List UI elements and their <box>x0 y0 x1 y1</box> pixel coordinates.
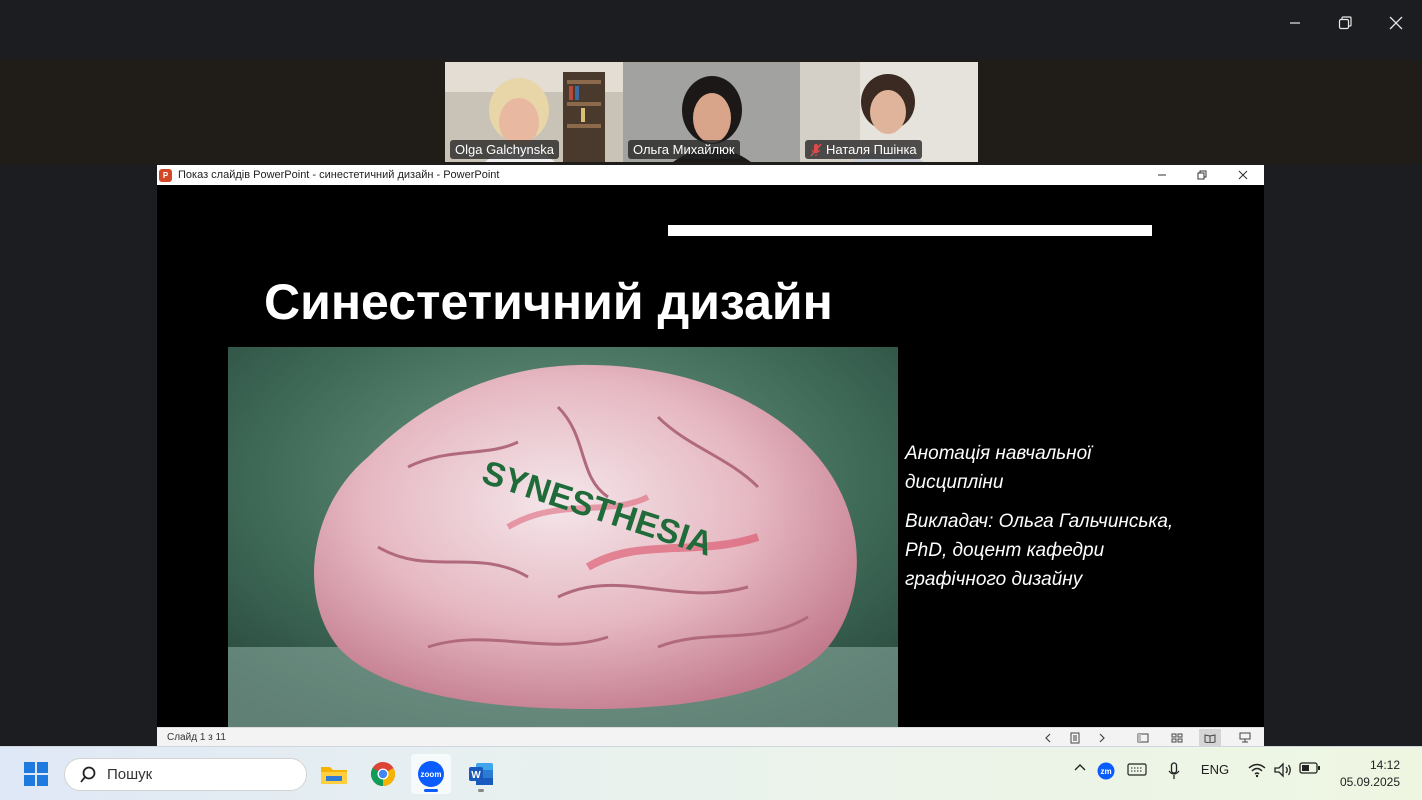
chevron-up-icon <box>1074 764 1086 771</box>
powerpoint-title-bar: P Показ слайдів PowerPoint - синестетичн… <box>157 165 1264 185</box>
chrome-button[interactable] <box>363 754 403 794</box>
close-icon <box>1389 16 1403 30</box>
reading-view-button[interactable] <box>1199 729 1221 746</box>
slideshow-status-bar: Слайд 1 з 11 <box>157 727 1264 746</box>
chrome-icon <box>370 762 396 786</box>
taskbar: Пошук zoom W zm ENG 14:12 05.09.2025 <box>0 746 1422 800</box>
windows-logo-icon <box>24 762 48 786</box>
slide-list-icon <box>1070 732 1080 743</box>
synesthesia-brain-image: SYNESTHESIA <box>228 347 898 727</box>
volume-button[interactable] <box>1272 762 1294 778</box>
muted-mic-icon <box>810 143 822 156</box>
word-button[interactable]: W <box>461 754 501 794</box>
microphone-button[interactable] <box>1164 762 1184 780</box>
close-icon <box>1238 170 1248 180</box>
minimize-icon <box>1290 22 1300 24</box>
svg-text:zm: zm <box>1100 767 1111 776</box>
restore-button[interactable] <box>1330 10 1360 36</box>
ppt-close-button[interactable] <box>1223 165 1263 185</box>
slide-menu-button[interactable] <box>1064 729 1086 746</box>
participant-name: Olga Galchynska <box>450 140 559 159</box>
zoom-icon: zoom <box>418 761 444 787</box>
participant-tile[interactable]: Ольга Михайлюк <box>623 62 801 162</box>
slideshow-button[interactable] <box>1234 729 1256 746</box>
folder-icon <box>321 767 347 784</box>
title-accent-line <box>668 225 1152 236</box>
search-placeholder: Пошук <box>107 766 153 783</box>
ppt-restore-button[interactable] <box>1182 165 1222 185</box>
show-hidden-icons-button[interactable] <box>1070 762 1090 772</box>
close-button[interactable] <box>1381 10 1411 36</box>
slide-title: Синестетичний дизайн <box>264 274 833 330</box>
zoom-taskbar-button[interactable]: zoom <box>411 754 451 794</box>
participant-tile[interactable]: Olga Galchynska <box>445 62 623 162</box>
word-icon: W <box>469 763 493 785</box>
clock-time: 14:12 <box>1369 758 1400 772</box>
slide-counter: Слайд 1 з 11 <box>167 732 226 743</box>
zoom-top-bar <box>0 0 1422 60</box>
wifi-button[interactable] <box>1246 762 1268 778</box>
powerpoint-window: P Показ слайдів PowerPoint - синестетичн… <box>157 165 1264 746</box>
battery-button[interactable] <box>1298 762 1322 774</box>
window-title: Показ слайдів PowerPoint - синестетичний… <box>178 169 500 181</box>
ppt-minimize-button[interactable] <box>1142 165 1182 185</box>
presentation-icon <box>1239 732 1251 743</box>
participant-name: Ольга Михайлюк <box>628 140 740 159</box>
search-icon <box>80 766 96 783</box>
language-indicator[interactable]: ENG <box>1196 762 1234 777</box>
normal-view-icon <box>1137 733 1149 742</box>
previous-slide-button[interactable] <box>1037 729 1059 746</box>
system-clock[interactable]: 14:12 05.09.2025 <box>1340 757 1400 791</box>
next-slide-button[interactable] <box>1091 729 1113 746</box>
svg-text:zoom: zoom <box>421 770 442 779</box>
zoom-tray-icon: zm <box>1097 762 1115 780</box>
participant-name: Наталя Пшінка <box>805 140 922 159</box>
reading-view-icon <box>1204 733 1216 743</box>
minimize-button[interactable] <box>1280 10 1310 36</box>
slide-annotation: Анотація навчальної дисципліни Викладач:… <box>905 439 1175 604</box>
start-button[interactable] <box>16 754 56 794</box>
chevron-right-icon <box>1099 733 1105 742</box>
file-explorer-button[interactable] <box>314 754 354 794</box>
microphone-icon <box>1168 762 1180 779</box>
slide-sorter-button[interactable] <box>1166 729 1188 746</box>
powerpoint-logo-icon: P <box>159 168 172 182</box>
normal-view-button[interactable] <box>1132 729 1154 746</box>
svg-text:W: W <box>471 770 481 781</box>
slide[interactable]: Синестетичний дизайн SYNESTHESIA Анотаці… <box>157 185 1264 727</box>
keyboard-icon <box>1127 763 1147 776</box>
battery-icon <box>1299 762 1320 774</box>
open-app-indicator <box>478 789 484 792</box>
annotation-text: Анотація навчальної дисципліни <box>905 443 1092 493</box>
active-app-indicator <box>424 789 438 792</box>
clock-date: 05.09.2025 <box>1339 775 1400 789</box>
volume-icon <box>1274 762 1291 778</box>
zoom-tray-button[interactable]: zm <box>1096 762 1116 780</box>
grid-view-icon <box>1171 733 1183 742</box>
restore-icon <box>1338 16 1352 30</box>
minimize-icon <box>1158 174 1166 176</box>
lecturer-text: Викладач: Ольга Гальчинська, PhD, доцент… <box>905 511 1174 590</box>
taskbar-search[interactable]: Пошук <box>64 758 307 791</box>
touch-keyboard-button[interactable] <box>1126 762 1148 776</box>
wifi-icon <box>1248 763 1266 778</box>
participant-tile[interactable]: Наталя Пшінка <box>800 62 978 162</box>
chevron-left-icon <box>1045 733 1051 742</box>
restore-icon <box>1197 170 1207 180</box>
